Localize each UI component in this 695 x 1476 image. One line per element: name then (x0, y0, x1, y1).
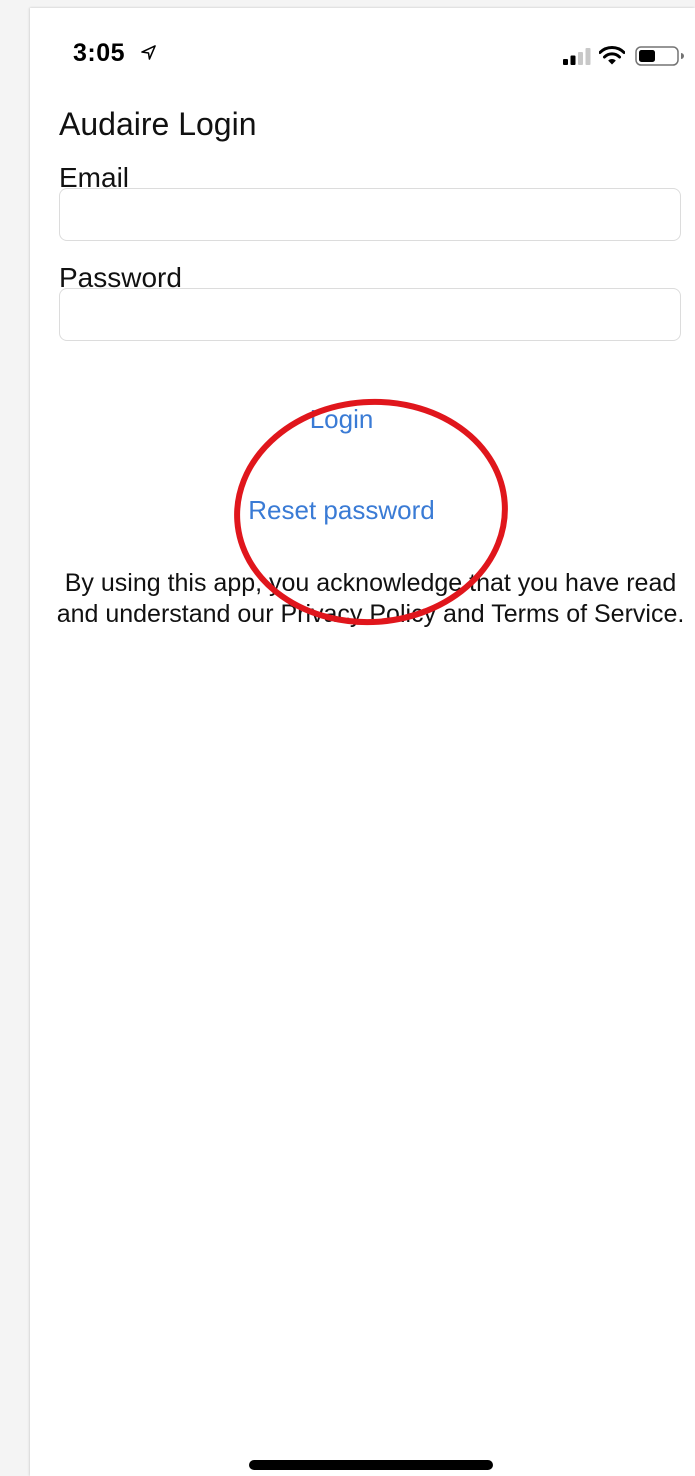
page-title: Audaire Login (59, 106, 257, 142)
wifi-icon (599, 46, 625, 65)
home-indicator (249, 1460, 493, 1470)
location-arrow-icon (141, 45, 156, 60)
phone-screen: 3:05 Audaire Login Email Password Login … (30, 8, 695, 1476)
password-field[interactable] (59, 288, 681, 341)
terms-disclaimer: By using this app, you acknowledge that … (56, 569, 685, 628)
status-time: 3:05 (73, 39, 126, 67)
reset-password-button[interactable]: Reset password (0, 495, 683, 526)
cellular-signal-icon (563, 48, 591, 65)
battery-icon (635, 46, 684, 66)
login-button[interactable]: Login (0, 404, 683, 435)
email-field[interactable] (59, 188, 681, 241)
